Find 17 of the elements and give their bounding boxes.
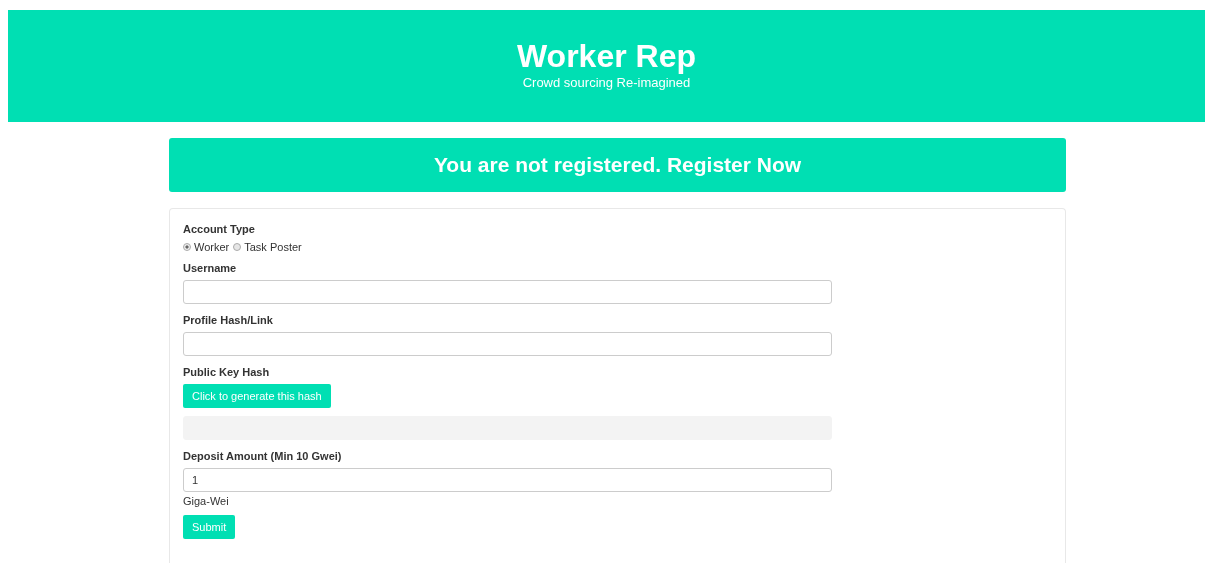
- field-label: Username: [183, 262, 238, 274]
- unit-label: Giga-Wei: [183, 495, 230, 507]
- registration-banner: You are not registered. Register Now: [169, 138, 1066, 192]
- submit-button[interactable]: Submit: [183, 515, 236, 539]
- radio-label: Task Poster: [244, 241, 302, 253]
- field-label: Account Type: [183, 223, 256, 235]
- input-field[interactable]: [183, 332, 832, 356]
- site-title: Worker Rep: [517, 36, 696, 75]
- radio-label: Worker: [194, 241, 230, 253]
- field-label: Deposit Amount (Min 10 Gwei): [183, 450, 343, 462]
- radio-button[interactable]: [183, 243, 191, 251]
- input-field[interactable]: 1: [183, 468, 832, 492]
- field-label: Public Key Hash: [183, 366, 271, 378]
- input-field[interactable]: [183, 280, 832, 304]
- radio-button[interactable]: [233, 243, 242, 251]
- field-label: Profile Hash/Link: [183, 314, 274, 326]
- site-subtitle: Crowd sourcing Re-imagined: [522, 74, 691, 90]
